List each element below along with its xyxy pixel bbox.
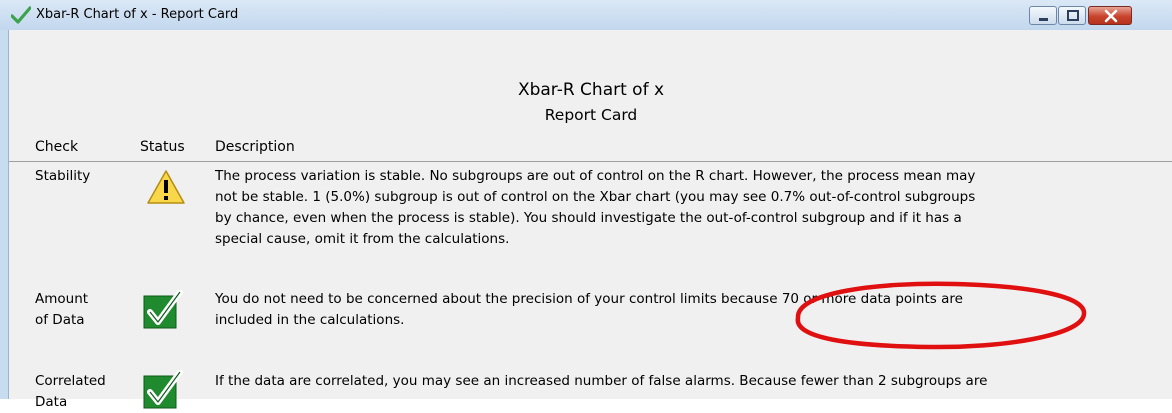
header-divider (9, 161, 1172, 162)
window-title: Xbar-R Chart of x - Report Card (36, 7, 239, 22)
check-label: Amount of Data (35, 291, 89, 328)
amount-of-data-description: You do not need to be concerned about th… (215, 291, 963, 328)
check-label: Stability (35, 168, 91, 184)
report-card-content: Xbar-R Chart of x Report Card Check Stat… (8, 30, 1172, 410)
minimize-button[interactable] (1029, 6, 1057, 25)
report-subtitle: Report Card (544, 106, 638, 124)
minimize-icon (1039, 18, 1048, 21)
report-card-window: Xbar-R Chart of x - Report Card Xbar-R C… (0, 0, 1172, 410)
column-header-status: Status (140, 139, 185, 155)
green-check-icon (11, 6, 31, 24)
column-header-description: Description (215, 139, 295, 155)
close-icon (1104, 9, 1118, 23)
title-bar[interactable]: Xbar-R Chart of x - Report Card (0, 0, 1172, 30)
column-header-check: Check (35, 139, 79, 155)
warning-icon (147, 170, 185, 204)
check-label: Correlated Data (35, 373, 106, 410)
maximize-button[interactable] (1058, 6, 1086, 25)
correlated-data-description: If the data are correlated, you may see … (215, 373, 988, 389)
stability-description: The process variation is stable. No subg… (215, 168, 976, 247)
checkmark-icon (143, 290, 183, 329)
restore-icon (1067, 10, 1079, 21)
close-button[interactable] (1088, 6, 1132, 25)
checkmark-icon (143, 370, 183, 409)
report-title: Xbar-R Chart of x (517, 80, 665, 100)
